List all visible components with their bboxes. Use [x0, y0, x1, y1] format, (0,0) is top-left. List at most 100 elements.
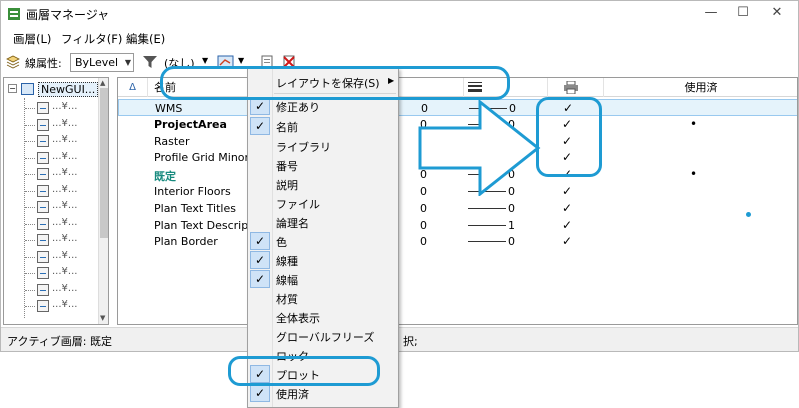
layer-name[interactable]: ProjectArea: [154, 118, 227, 131]
tree-root-label[interactable]: NewGUI...: [38, 82, 99, 97]
tree-connector: [25, 289, 35, 291]
tree-connector: [25, 124, 35, 126]
line-attr-dropdown[interactable]: ByLevel ▼: [70, 53, 134, 72]
tree-item-level[interactable]: ...¥...: [18, 183, 98, 199]
menu-item-label: ファイル: [276, 198, 320, 211]
menu-item[interactable]: 説明: [248, 175, 398, 194]
menu-item[interactable]: ✓ 色: [248, 232, 398, 251]
tree-connector: [25, 256, 35, 258]
plot-check[interactable]: ✓: [562, 234, 572, 248]
layer-name[interactable]: WMS: [155, 102, 182, 115]
layer-weight-value[interactable]: 0: [508, 202, 515, 215]
tree-item-level[interactable]: ...¥...: [18, 166, 98, 182]
tree-item-level[interactable]: ...¥...: [18, 265, 98, 281]
annotation-dot: [746, 212, 751, 217]
used-indicator: •: [690, 116, 698, 131]
menu-item-label: 論理名: [276, 217, 309, 230]
scroll-up-icon[interactable]: ▲: [100, 79, 105, 87]
layer-color-value[interactable]: 0: [420, 202, 427, 215]
tree-item-level[interactable]: ...¥...: [18, 249, 98, 265]
layer-name[interactable]: Profile Grid Minor: [154, 151, 249, 164]
menu-item[interactable]: 全体表示: [248, 308, 398, 327]
layer-name[interactable]: 既定: [154, 168, 176, 184]
layers-icon[interactable]: [5, 54, 21, 70]
tree-item-level[interactable]: ...¥...: [18, 117, 98, 133]
menu-item[interactable]: 材質: [248, 289, 398, 308]
line-attr-value: ByLevel: [75, 56, 119, 69]
menu-filter[interactable]: フィルタ(F): [61, 31, 122, 47]
table-row[interactable]: Plan Border 0 0 ✓: [118, 233, 797, 250]
menu-item[interactable]: ファイル: [248, 194, 398, 213]
menu-edit[interactable]: 編集(E): [126, 31, 165, 47]
menu-item-label: 名前: [276, 121, 298, 134]
column-header-used[interactable]: 使用済: [604, 78, 797, 97]
linestyle-sample: [468, 224, 506, 226]
tree-item-level[interactable]: ...¥...: [18, 232, 98, 248]
level-icon: [37, 168, 49, 180]
scroll-thumb[interactable]: [100, 88, 108, 238]
layer-name[interactable]: Plan Border: [154, 235, 218, 248]
menu-item-label: グローバルフリーズ: [276, 331, 375, 344]
tree-item-level[interactable]: ...¥...: [18, 133, 98, 149]
level-icon: [37, 184, 49, 197]
check-icon: ✓: [250, 117, 270, 135]
tree-item-level[interactable]: ...¥...: [18, 100, 98, 116]
plot-check[interactable]: ✓: [562, 184, 572, 198]
layer-weight-value[interactable]: 1: [508, 219, 515, 232]
tree-item-level[interactable]: ...¥...: [18, 298, 98, 314]
menu-item[interactable]: ✓ 使用済: [248, 384, 398, 403]
sort-indicator[interactable]: Δ: [118, 78, 148, 97]
menu-item[interactable]: 番号: [248, 156, 398, 175]
tree-item-level[interactable]: ...¥...: [18, 199, 98, 215]
layer-weight-value[interactable]: 0: [508, 235, 515, 248]
design-file-icon: [21, 83, 34, 95]
layer-color-value[interactable]: 0: [420, 219, 427, 232]
tree-item-label: ...¥...: [52, 233, 78, 244]
column-header-plot[interactable]: [548, 78, 604, 97]
menu-item-label: 材質: [276, 293, 298, 306]
menu-item-label: 線種: [276, 255, 298, 268]
tree-item-label: ...¥...: [52, 200, 78, 211]
menu-item[interactable]: ✓ 名前: [248, 117, 398, 136]
level-icon: [37, 118, 49, 131]
menu-item-label: 全体表示: [276, 312, 320, 325]
filter-dropdown-arrow-icon[interactable]: ▼: [202, 56, 208, 65]
tree-connector: [25, 223, 35, 225]
tree-item-label: ...¥...: [52, 282, 78, 294]
layer-name[interactable]: Raster: [154, 135, 189, 148]
plot-check[interactable]: ✓: [562, 201, 572, 215]
level-icon: [37, 283, 49, 296]
menu-item[interactable]: グローバルフリーズ: [248, 327, 398, 346]
tree-item-level[interactable]: ...¥...: [18, 282, 98, 298]
display-dropdown-arrow-icon[interactable]: ▼: [238, 56, 244, 65]
layer-name[interactable]: Plan Text Titles: [154, 202, 236, 215]
scroll-down-icon[interactable]: ▼: [100, 314, 105, 322]
check-icon: ✓: [250, 270, 270, 288]
level-icon: [37, 250, 49, 263]
tree-scrollbar[interactable]: ▲ ▼: [98, 78, 108, 324]
menu-item-label: 線幅: [276, 274, 298, 287]
table-row[interactable]: Plan Text Descriptio 0 1 ✓: [118, 217, 797, 234]
menu-item[interactable]: ✓ 線種: [248, 251, 398, 270]
tree-item-label: ...¥...: [52, 101, 78, 112]
tree-connector: [25, 207, 35, 208]
layer-name[interactable]: Interior Floors: [154, 185, 231, 198]
collapse-toggle-icon[interactable]: −: [8, 84, 17, 93]
tree-item-level[interactable]: ...¥...: [18, 216, 98, 232]
minimize-button[interactable]: —: [701, 5, 721, 21]
layer-color-value[interactable]: 0: [420, 235, 427, 248]
plot-check[interactable]: ✓: [562, 218, 572, 232]
check-icon: ✓: [250, 384, 270, 402]
menu-item[interactable]: ライブラリ: [248, 137, 398, 156]
menu-layer[interactable]: 画層(L): [13, 31, 51, 47]
close-button[interactable]: ✕: [767, 5, 787, 21]
menu-item[interactable]: 論理名: [248, 213, 398, 232]
menu-item[interactable]: ✓ 線幅: [248, 270, 398, 289]
table-row[interactable]: Plan Text Titles 0 0 ✓: [118, 200, 797, 217]
tree-item-label: ...¥...: [52, 299, 78, 310]
menu-item[interactable]: 変更: [248, 403, 398, 407]
maximize-button[interactable]: ☐: [733, 5, 753, 21]
tree-item-level[interactable]: ...¥...: [18, 150, 98, 166]
layer-library-tree[interactable]: − NewGUI... ...¥... ...¥... ...¥... ...¥...…: [3, 77, 109, 325]
filter-icon[interactable]: [142, 54, 158, 70]
